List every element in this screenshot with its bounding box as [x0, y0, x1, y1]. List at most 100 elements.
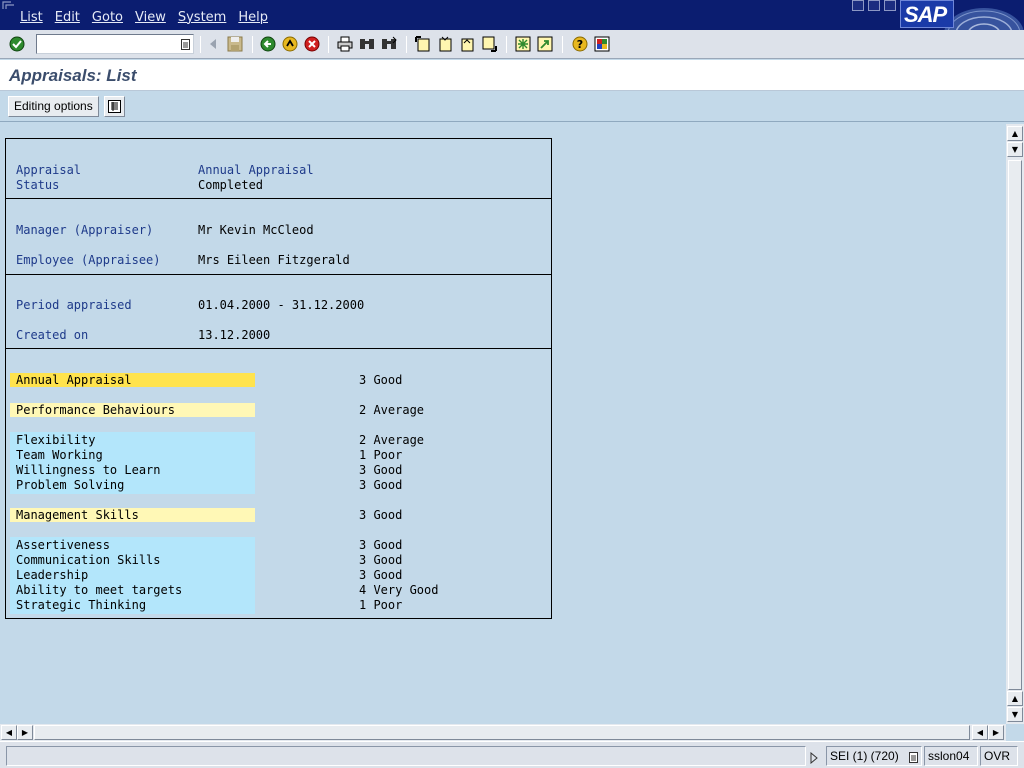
- application-toolbar: Editing options: [0, 92, 1024, 122]
- system-info: SEI (1) (720): [830, 749, 899, 763]
- menu-edit[interactable]: Edit: [55, 10, 80, 25]
- horizontal-scroll-thumb[interactable]: [34, 725, 970, 740]
- criterion-label: Flexibility: [16, 433, 96, 447]
- manager-value: Mr Kevin McCleod: [198, 223, 314, 237]
- find-icon[interactable]: [358, 35, 376, 53]
- create-shortcut-icon[interactable]: [536, 35, 554, 53]
- appraisal-value: Annual Appraisal: [198, 163, 314, 177]
- list-layout-button[interactable]: [104, 96, 125, 117]
- cancel-icon[interactable]: [303, 35, 321, 53]
- criterion-label: Willingness to Learn: [16, 463, 161, 477]
- help-icon[interactable]: ?: [571, 35, 589, 53]
- criterion-label: Problem Solving: [16, 478, 125, 492]
- first-page-icon[interactable]: [414, 35, 432, 53]
- criterion-rating: 1 Poor: [359, 598, 403, 612]
- criterion-rating: 3 Good: [359, 463, 403, 477]
- window-menu-icon[interactable]: [2, 0, 16, 10]
- scroll-left-icon[interactable]: ◀: [972, 725, 988, 740]
- horizontal-scrollbar[interactable]: ◀ ▶ ◀ ▶: [0, 724, 1006, 741]
- manager-label: Manager (Appraiser): [16, 223, 154, 237]
- toolbar-separator: [200, 36, 201, 53]
- command-dropdown-icon[interactable]: [179, 37, 191, 51]
- svg-text:?: ?: [577, 38, 583, 51]
- vertical-scroll-thumb[interactable]: [1008, 160, 1022, 690]
- criterion-label: Ability to meet targets: [16, 583, 183, 597]
- criterion-rating: 2 Average: [359, 403, 425, 417]
- scroll-right-icon[interactable]: ▶: [988, 725, 1004, 740]
- create-session-icon[interactable]: [514, 35, 532, 53]
- criterion-label: Strategic Thinking: [16, 598, 147, 612]
- criterion-rating: 3 Good: [359, 508, 403, 522]
- criterion-rating: 4 Very Good: [359, 583, 439, 597]
- find-next-icon[interactable]: [380, 35, 398, 53]
- criterion-label: Leadership: [16, 568, 89, 582]
- scroll-down-icon[interactable]: ▼: [1007, 142, 1023, 157]
- status-toggle-icon[interactable]: [809, 749, 821, 765]
- sap-gui-window: List Edit Goto View System Help SAP ? Ap…: [0, 0, 1024, 768]
- title-bar: Appraisals: List: [0, 60, 1024, 91]
- system-info-field[interactable]: SEI (1) (720): [826, 746, 922, 766]
- criterion-label: Assertiveness: [16, 538, 110, 552]
- created-on-label: Created on: [16, 328, 89, 342]
- criterion-rating: 3 Good: [359, 538, 403, 552]
- status-value: Completed: [198, 178, 264, 192]
- menu-goto[interactable]: Goto: [92, 10, 123, 25]
- toolbar-separator: [506, 36, 507, 53]
- page-title: Appraisals: List: [9, 66, 137, 85]
- menu-view[interactable]: View: [135, 10, 166, 25]
- minimize-icon[interactable]: [852, 0, 864, 11]
- close-window-icon[interactable]: [884, 0, 896, 11]
- criterion-label: Performance Behaviours: [16, 403, 175, 417]
- toolbar-separator: [562, 36, 563, 53]
- section-divider: [6, 348, 551, 349]
- criterion-rating: 1 Poor: [359, 448, 403, 462]
- next-page-icon[interactable]: [458, 35, 476, 53]
- status-bar: SEI (1) (720) sslon04 OVR: [0, 741, 1024, 768]
- employee-value: Mrs Eileen Fitzgerald: [198, 253, 350, 267]
- criterion-rating: 2 Average: [359, 433, 425, 447]
- scroll-right-icon[interactable]: ▶: [17, 725, 33, 740]
- criterion-label: Management Skills: [16, 508, 139, 522]
- command-input[interactable]: [39, 36, 177, 52]
- period-value: 01.04.2000 - 31.12.2000: [198, 298, 365, 312]
- save-icon[interactable]: [226, 35, 244, 53]
- menu-help[interactable]: Help: [238, 10, 268, 25]
- appraisal-label: Appraisal: [16, 163, 82, 177]
- scroll-down-icon[interactable]: ▼: [1007, 707, 1023, 722]
- sap-logo: SAP: [900, 0, 954, 28]
- menu-items: List Edit Goto View System Help: [14, 10, 274, 25]
- list-output-area: Appraisal Annual Appraisal Status Comple…: [0, 124, 1006, 724]
- editing-options-button[interactable]: Editing options: [8, 96, 99, 117]
- criterion-rating: 3 Good: [359, 478, 403, 492]
- toolbar-separator: [328, 36, 329, 53]
- enter-check-icon[interactable]: [8, 35, 26, 53]
- standard-toolbar: ?: [0, 30, 1024, 59]
- sap-logo-text: SAP: [904, 2, 947, 27]
- previous-icon[interactable]: [204, 35, 222, 53]
- scroll-up-icon[interactable]: ▲: [1007, 126, 1023, 141]
- customize-layout-icon[interactable]: [593, 35, 611, 53]
- criterion-rating: 3 Good: [359, 373, 403, 387]
- menu-system[interactable]: System: [178, 10, 226, 25]
- back-icon[interactable]: [259, 35, 277, 53]
- maximize-icon[interactable]: [868, 0, 880, 11]
- print-icon[interactable]: [336, 35, 354, 53]
- status-label: Status: [16, 178, 60, 192]
- period-label: Period appraised: [16, 298, 132, 312]
- system-dropdown-icon[interactable]: [909, 750, 918, 768]
- command-field[interactable]: [36, 34, 194, 54]
- input-mode-field[interactable]: OVR: [980, 746, 1018, 766]
- criterion-label: Team Working: [16, 448, 103, 462]
- window-controls: [852, 0, 896, 11]
- criterion-rating: 3 Good: [359, 568, 403, 582]
- previous-page-icon[interactable]: [436, 35, 454, 53]
- vertical-scrollbar[interactable]: ▲ ▼ ▲ ▼: [1006, 124, 1024, 724]
- scroll-left-icon[interactable]: ◀: [1, 725, 17, 740]
- last-page-icon[interactable]: [480, 35, 498, 53]
- employee-label: Employee (Appraisee): [16, 253, 161, 267]
- scroll-up-icon[interactable]: ▲: [1007, 691, 1023, 706]
- exit-icon[interactable]: [281, 35, 299, 53]
- menu-list[interactable]: List: [20, 10, 43, 25]
- section-divider: [6, 198, 551, 199]
- toolbar-separator: [406, 36, 407, 53]
